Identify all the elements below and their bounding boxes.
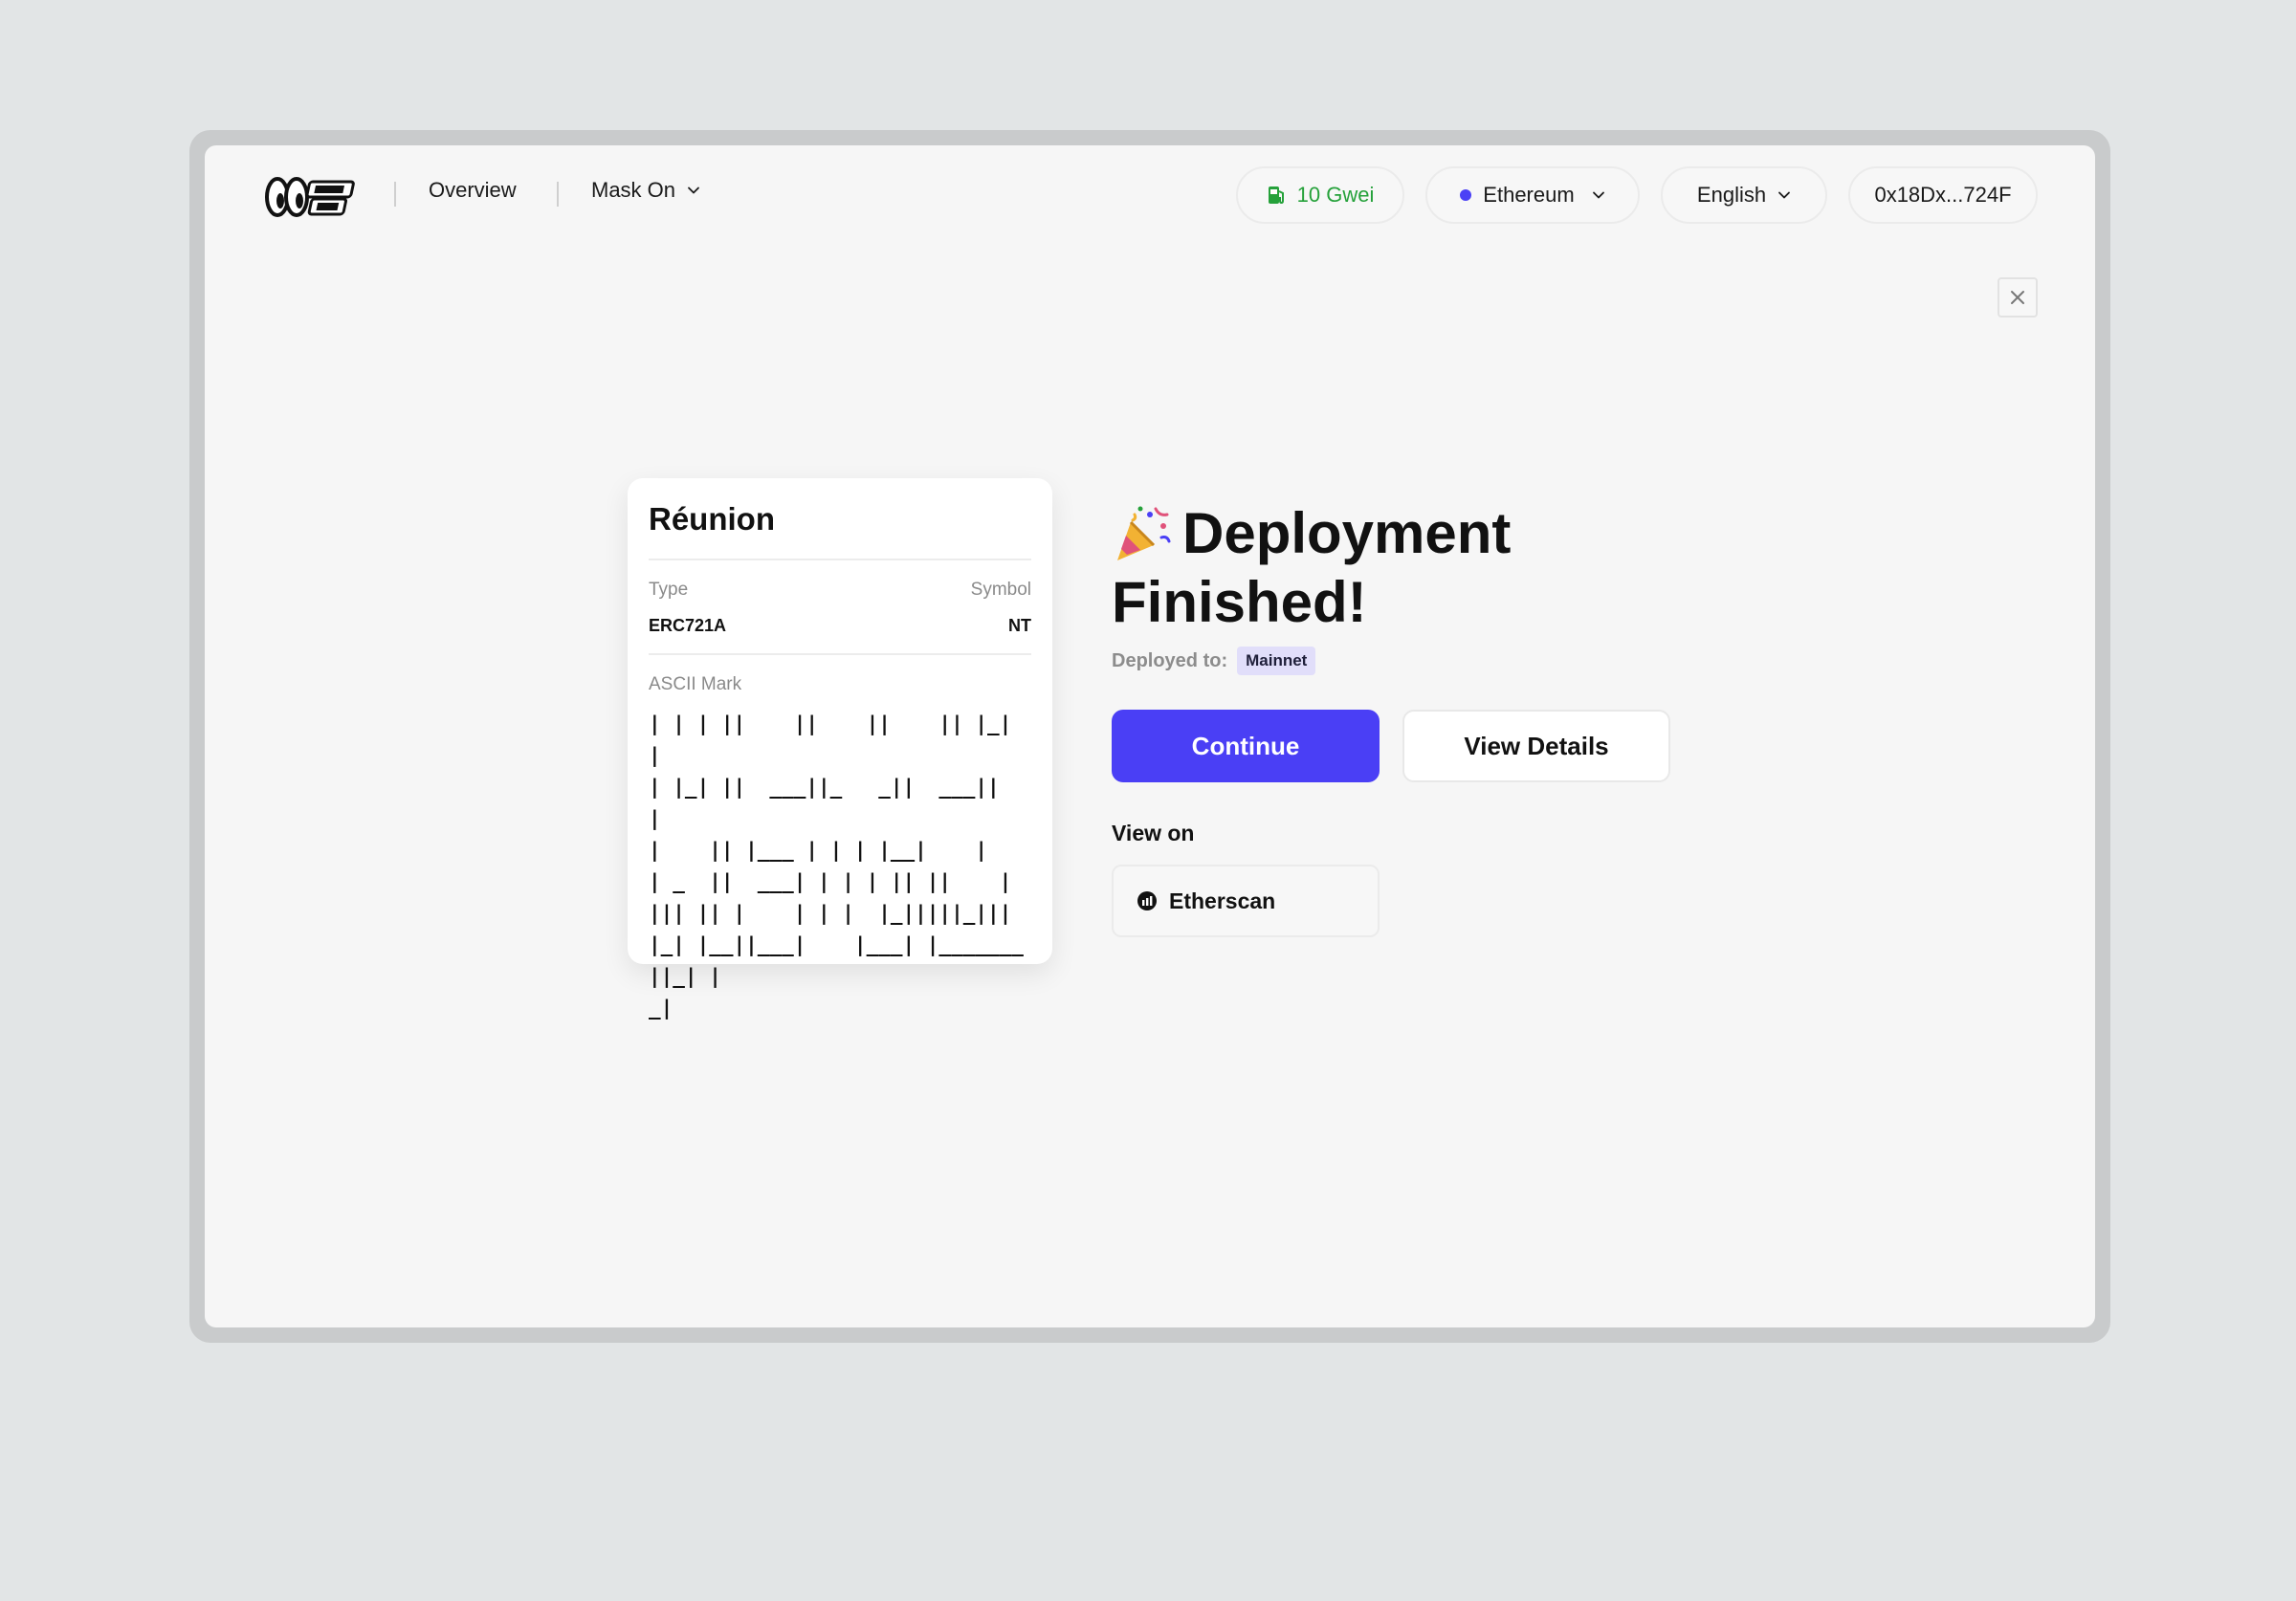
network-status-dot bbox=[1460, 189, 1472, 201]
close-icon bbox=[2011, 291, 2024, 304]
gas-price-pill[interactable]: 10 Gwei bbox=[1236, 166, 1404, 224]
collection-card: Réunion Type Symbol ERC721A NT ASCII Mar… bbox=[628, 478, 1052, 1020]
wallet-address: 0x18Dx...724F bbox=[1874, 183, 2012, 207]
deployed-to-label: Deployed to: bbox=[1112, 649, 1228, 671]
card-divider bbox=[649, 653, 1031, 655]
nav-mask-dropdown[interactable]: Mask On bbox=[591, 178, 700, 203]
symbol-label: Symbol bbox=[970, 580, 1031, 600]
view-details-button[interactable]: View Details bbox=[1402, 710, 1670, 782]
collection-title: Réunion bbox=[649, 501, 775, 537]
etherscan-link[interactable]: Etherscan bbox=[1112, 865, 1380, 937]
network-name: Ethereum bbox=[1483, 183, 1575, 207]
ascii-mark-label: ASCII Mark bbox=[649, 674, 742, 694]
party-popper-icon bbox=[1117, 506, 1171, 560]
headline-text-2: Finished! bbox=[1112, 570, 1367, 634]
meta-labels-row: Type Symbol bbox=[649, 580, 1031, 601]
wallet-address-button[interactable]: 0x18Dx...724F bbox=[1848, 166, 2038, 224]
close-button[interactable] bbox=[1998, 277, 2038, 318]
logo-icon bbox=[265, 177, 355, 217]
nav-divider bbox=[394, 182, 396, 207]
gas-pump-icon bbox=[1268, 186, 1284, 205]
type-label: Type bbox=[649, 580, 689, 600]
meta-values-row: ERC721A NT bbox=[649, 616, 1031, 636]
language-name: English bbox=[1696, 183, 1767, 207]
continue-button[interactable]: Continue bbox=[1112, 710, 1380, 782]
nav-overview-link[interactable]: Overview bbox=[429, 178, 517, 203]
type-value: ERC721A bbox=[649, 616, 727, 635]
chevron-down-icon bbox=[688, 186, 699, 194]
nft-gm-logo[interactable] bbox=[264, 172, 360, 222]
nav-overview-label: Overview bbox=[429, 178, 517, 202]
view-on-label: View on bbox=[1112, 821, 1195, 845]
symbol-value: NT bbox=[1008, 616, 1031, 635]
app-window: Overview Mask On 10 Gwei Ethereum Englis… bbox=[205, 145, 2095, 1327]
chevron-down-icon bbox=[1778, 191, 1790, 199]
card-divider bbox=[649, 559, 1031, 560]
deployment-headline: Deployment Finished! bbox=[1112, 499, 1686, 637]
headline-text-1: Deployment bbox=[1182, 501, 1512, 565]
nav-divider bbox=[557, 182, 559, 207]
etherscan-icon bbox=[1137, 891, 1157, 910]
gas-price-value: 10 Gwei bbox=[1296, 183, 1375, 207]
headline-line-1: Deployment bbox=[1112, 499, 1686, 568]
ascii-art: | | | || || || || |_| | | |_| || ___||_ … bbox=[649, 713, 1024, 1020]
network-badge: Mainnet bbox=[1237, 647, 1316, 675]
chevron-down-icon bbox=[1592, 191, 1604, 199]
network-selector[interactable]: Ethereum bbox=[1425, 166, 1640, 224]
language-selector[interactable]: English bbox=[1661, 166, 1827, 224]
deployed-to-row: Deployed to: Mainnet bbox=[1112, 647, 1316, 675]
etherscan-label: Etherscan bbox=[1169, 888, 1276, 913]
nav-mask-label: Mask On bbox=[591, 178, 676, 202]
